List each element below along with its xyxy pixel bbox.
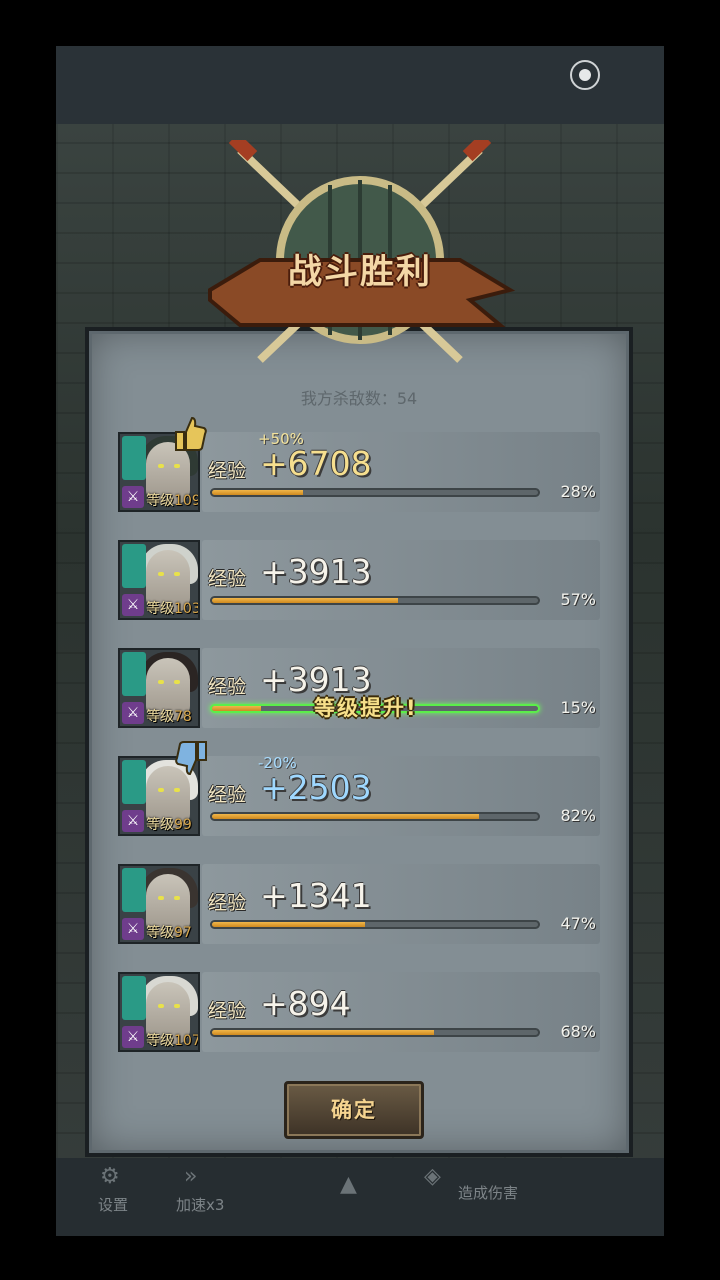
speed-label[interactable]: 加速x3 <box>176 1194 224 1215</box>
hero-eye <box>174 464 180 468</box>
exp-progress-fill <box>212 706 261 711</box>
hero-level: 等级78 <box>146 709 192 725</box>
record-icon[interactable] <box>570 60 600 90</box>
exp-progress-bar <box>210 920 540 929</box>
hero-portrait[interactable]: ⚔ 等级97 <box>118 864 200 944</box>
exp-value: +2503 <box>260 768 372 807</box>
exp-value: +894 <box>260 984 351 1023</box>
hero-row: ⚔ 等级103 经验 +3913 57% <box>118 540 600 620</box>
helmet-icon <box>122 436 146 480</box>
settings-icon[interactable]: ⚙ <box>100 1164 120 1189</box>
exp-value: +6708 <box>260 444 372 483</box>
top-bar <box>56 46 664 124</box>
exp-label: 经验 <box>208 568 247 590</box>
kill-count: 我方杀敌数：54 <box>89 385 629 409</box>
exp-value: +1341 <box>260 876 372 915</box>
exp-progress-fill <box>212 598 398 603</box>
exp-percent: 57% <box>560 590 596 609</box>
hero-eye <box>158 680 164 684</box>
sword-icon: ⚔ <box>122 702 144 724</box>
exp-progress-bar <box>210 812 540 821</box>
hero-portrait[interactable]: ⚔ 等级78 <box>118 648 200 728</box>
hero-eye <box>158 896 164 900</box>
exp-progress-fill <box>212 490 304 495</box>
sword-icon: ⚔ <box>122 486 144 508</box>
helmet-icon <box>122 868 146 912</box>
hero-eye <box>158 788 164 792</box>
thumb-down-icon <box>174 740 208 776</box>
exp-progress-bar <box>210 596 540 605</box>
bottom-bar: ⚙ 设置 » 加速x3 ▲ ◈ 造成伤害 <box>56 1158 664 1236</box>
damage-icon[interactable]: ◈ <box>424 1164 441 1189</box>
sword-icon: ⚔ <box>122 1026 144 1048</box>
exp-percent: 68% <box>560 1022 596 1041</box>
level-up-text: 等级提升! <box>314 696 418 720</box>
exp-label: 经验 <box>208 460 247 482</box>
sword-icon: ⚔ <box>122 594 144 616</box>
exp-progress-fill <box>212 922 366 927</box>
hero-level: 等级97 <box>146 925 192 941</box>
hero-row: ⚔ 等级99 经验 +2503 82% -20% <box>118 741 600 836</box>
hero-row: ⚔ 等级109 经验 +6708 28% +50% <box>118 416 600 512</box>
hero-eye <box>158 1004 164 1008</box>
exp-label: 经验 <box>208 1000 247 1022</box>
helmet-icon <box>122 976 146 1020</box>
exp-progress-fill <box>212 814 480 819</box>
sword-icon: ⚔ <box>122 810 144 832</box>
hero-eye <box>174 1004 180 1008</box>
thumb-up-icon <box>174 416 208 452</box>
helmet-icon <box>122 760 146 804</box>
exp-value: +3913 <box>260 552 372 591</box>
exp-bonus: -20% <box>258 754 297 772</box>
exp-label: 经验 <box>208 784 247 806</box>
helmet-icon <box>122 652 146 696</box>
exp-bonus: +50% <box>258 430 304 448</box>
hero-eye <box>174 788 180 792</box>
hero-row: ⚔ 等级97 经验 +1341 47% <box>118 864 600 944</box>
hero-eye <box>174 896 180 900</box>
sword-icon: ⚔ <box>122 918 144 940</box>
exp-percent: 28% <box>560 482 596 501</box>
hero-level: 等级99 <box>146 817 192 833</box>
exp-percent: 82% <box>560 806 596 825</box>
exp-label: 经验 <box>208 676 247 698</box>
exp-percent: 47% <box>560 914 596 933</box>
kill-count-label: 我方杀敌数： <box>300 389 397 408</box>
damage-label[interactable]: 造成伤害 <box>458 1182 518 1203</box>
hero-portrait[interactable]: ⚔ 等级103 <box>118 540 200 620</box>
hero-eye <box>158 464 164 468</box>
hero-eye <box>174 572 180 576</box>
hero-row: ⚔ 等级107 经验 +894 68% <box>118 972 600 1052</box>
exp-progress-bar <box>210 1028 540 1037</box>
helmet-icon <box>122 544 146 588</box>
hero-row: ⚔ 等级78 经验 +3913 15% 等级提升! <box>118 648 600 728</box>
hero-level: 等级107 <box>146 1033 200 1049</box>
hero-level: 等级109 <box>146 493 200 509</box>
confirm-button[interactable]: 确定 <box>284 1081 424 1139</box>
speed-icon[interactable]: » <box>184 1164 197 1189</box>
formation-icon[interactable]: ▲ <box>340 1172 357 1197</box>
exp-percent: 15% <box>560 698 596 717</box>
hero-level: 等级103 <box>146 601 200 617</box>
exp-progress-fill <box>212 1030 434 1035</box>
exp-progress-bar <box>210 488 540 497</box>
exp-label: 经验 <box>208 892 247 914</box>
settings-label[interactable]: 设置 <box>98 1194 128 1215</box>
hero-eye <box>158 572 164 576</box>
hero-eye <box>174 680 180 684</box>
victory-title: 战斗胜利 <box>288 252 432 292</box>
kill-count-value: 54 <box>396 389 418 408</box>
hero-portrait[interactable]: ⚔ 等级107 <box>118 972 200 1052</box>
